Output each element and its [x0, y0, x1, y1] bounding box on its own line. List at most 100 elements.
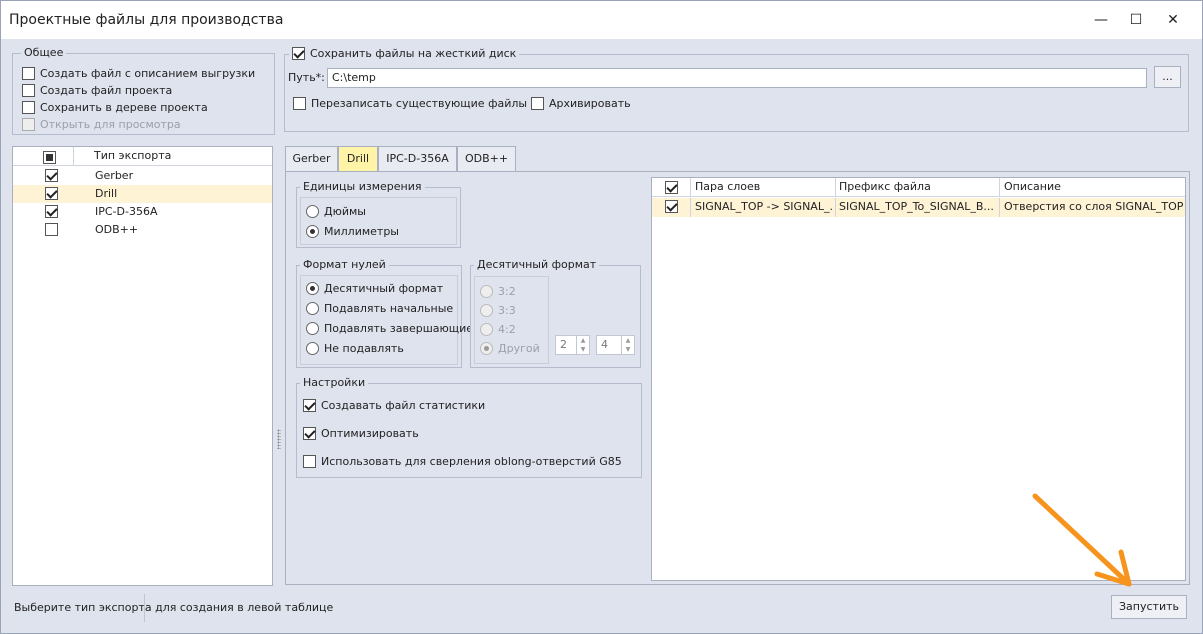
radio-decimal[interactable]: Десятичный формат	[306, 282, 443, 295]
select-all-checkbox[interactable]	[43, 150, 56, 164]
row-checkbox[interactable]	[45, 169, 58, 182]
checkbox[interactable]	[22, 101, 35, 114]
option-label: Открыть для просмотра	[40, 118, 181, 131]
zero-format-title: Формат нулей	[300, 258, 389, 271]
row-label: Drill	[95, 187, 118, 200]
radio-label: Дюймы	[324, 205, 366, 218]
radio-label: 3:2	[498, 285, 516, 298]
radio-3-3: 3:3	[480, 304, 516, 317]
row-checkbox[interactable]	[665, 200, 678, 213]
option-label: Оптимизировать	[321, 427, 419, 440]
cell-file-prefix: SIGNAL_TOP_To_SIGNAL_B...	[839, 200, 994, 213]
radio-suppress-leading[interactable]: Подавлять начальные	[306, 302, 453, 315]
option-label: Использовать для сверления oblong-отверс…	[321, 455, 622, 468]
digits-spinner-2: 4 ▲ ▼	[596, 335, 635, 355]
general-group-title: Общее	[21, 46, 67, 59]
path-input[interactable]: C:\temp	[327, 68, 1147, 88]
option-save-tree[interactable]: Сохранить в дереве проекта	[22, 101, 208, 114]
table-row[interactable]: ODB++	[13, 221, 272, 239]
checkbox[interactable]	[22, 67, 35, 80]
option-label: Создавать файл статистики	[321, 399, 486, 412]
checkbox[interactable]	[531, 97, 544, 110]
minimize-button[interactable]: —	[1084, 8, 1118, 32]
tab-ipc[interactable]: IPC-D-356A	[378, 146, 457, 171]
general-group: Общее Создать файл с описанием выгрузки …	[12, 46, 275, 135]
row-label: IPC-D-356A	[95, 205, 158, 218]
radio-label: 3:3	[498, 304, 516, 317]
header-layer-pair: Пара слоев	[695, 180, 761, 193]
zero-format-box: Десятичный формат Подавлять начальные По…	[300, 275, 473, 365]
table-row[interactable]: Gerber	[13, 167, 272, 185]
checkbox[interactable]	[303, 427, 316, 440]
option-create-description[interactable]: Создать файл с описанием выгрузки	[22, 67, 255, 80]
option-optimize[interactable]: Оптимизировать	[303, 427, 419, 440]
save-to-disk-toggle[interactable]: Сохранить файлы на жесткий диск	[289, 47, 520, 60]
path-label: Путь*:	[288, 71, 325, 84]
table-row-selected[interactable]: Drill	[13, 185, 272, 203]
checkbox[interactable]	[22, 84, 35, 97]
radio-inches[interactable]: Дюймы	[306, 205, 366, 218]
option-create-project[interactable]: Создать файл проекта	[22, 84, 172, 97]
option-label: Создать файл с описанием выгрузки	[40, 67, 256, 80]
option-label: Создать файл проекта	[40, 84, 173, 97]
table-row[interactable]: SIGNAL_TOP -> SIGNAL_... SIGNAL_TOP_To_S…	[652, 198, 1185, 217]
row-label: ODB++	[95, 223, 139, 236]
spinner-value: 2	[560, 338, 567, 351]
radio	[480, 304, 493, 317]
header-file-prefix: Префикс файла	[839, 180, 931, 193]
tab-gerber[interactable]: Gerber	[285, 146, 338, 171]
dialog-window: Проектные файлы для производства — ☐ ✕ О…	[0, 0, 1203, 634]
header-description: Описание	[1004, 180, 1061, 193]
radio[interactable]	[306, 342, 319, 355]
units-title: Единицы измерения	[300, 180, 425, 193]
archive-option[interactable]: Архивировать	[531, 97, 631, 110]
checkbox[interactable]	[303, 455, 316, 468]
header-export-type: Тип экспорта	[94, 149, 172, 162]
option-statistics[interactable]: Создавать файл статистики	[303, 399, 485, 412]
radio[interactable]	[306, 302, 319, 315]
spinner-value: 4	[601, 338, 608, 351]
splitter-handle[interactable]	[277, 429, 281, 449]
browse-button[interactable]: ...	[1154, 66, 1181, 88]
checkbox[interactable]	[303, 399, 316, 412]
radio-label: Десятичный формат	[324, 282, 444, 295]
radio-mm[interactable]: Миллиметры	[306, 225, 399, 238]
checkbox[interactable]	[292, 47, 305, 60]
decimal-format-group: Десятичный формат 3:2 3:3 4:2 Другой 2 ▲ ▼…	[470, 258, 641, 368]
radio[interactable]	[306, 205, 319, 218]
option-g85[interactable]: Использовать для сверления oblong-отверс…	[303, 455, 622, 468]
radio-suppress-trailing[interactable]: Подавлять завершающие	[306, 322, 473, 335]
window-title: Проектные файлы для производства	[9, 12, 284, 28]
decimal-format-box: 3:2 3:3 4:2 Другой	[474, 276, 549, 364]
radio-no-suppress[interactable]: Не подавлять	[306, 342, 404, 355]
radio-label: 4:2	[498, 323, 516, 336]
checkbox[interactable]	[293, 97, 306, 110]
row-checkbox[interactable]	[45, 187, 58, 200]
radio[interactable]	[306, 322, 319, 335]
radio	[480, 285, 493, 298]
tab-odb[interactable]: ODB++	[457, 146, 516, 171]
select-all-checkbox[interactable]	[665, 181, 678, 194]
radio-label: Миллиметры	[324, 225, 399, 238]
annotation-arrow-icon	[1032, 493, 1132, 587]
tab-drill[interactable]: Drill	[338, 146, 378, 171]
checkbox[interactable]	[43, 150, 56, 164]
overwrite-label: Перезаписать существующие файлы	[311, 97, 528, 110]
cell-description: Отверстия со слоя SIGNAL_TOP ...	[1004, 200, 1184, 213]
save-group: Сохранить файлы на жесткий диск Путь*: C…	[284, 47, 1189, 132]
table-header: Тип экспорта	[13, 147, 272, 166]
status-text: Выберите тип экспорта для создания в лев…	[14, 601, 334, 614]
overwrite-option[interactable]: Перезаписать существующие файлы	[293, 97, 527, 110]
maximize-button[interactable]: ☐	[1119, 8, 1153, 32]
radio-3-2: 3:2	[480, 285, 516, 298]
run-button[interactable]: Запустить	[1111, 595, 1187, 619]
table-row[interactable]: IPC-D-356A	[13, 203, 272, 221]
close-button[interactable]: ✕	[1156, 8, 1190, 32]
radio[interactable]	[306, 282, 319, 295]
radio[interactable]	[306, 225, 319, 238]
row-checkbox[interactable]	[45, 205, 58, 218]
decimal-format-title: Десятичный формат	[474, 258, 600, 271]
row-checkbox[interactable]	[45, 223, 58, 236]
option-open-view: Открыть для просмотра	[22, 118, 181, 131]
digits-spinner-1: 2 ▲ ▼	[555, 335, 590, 355]
